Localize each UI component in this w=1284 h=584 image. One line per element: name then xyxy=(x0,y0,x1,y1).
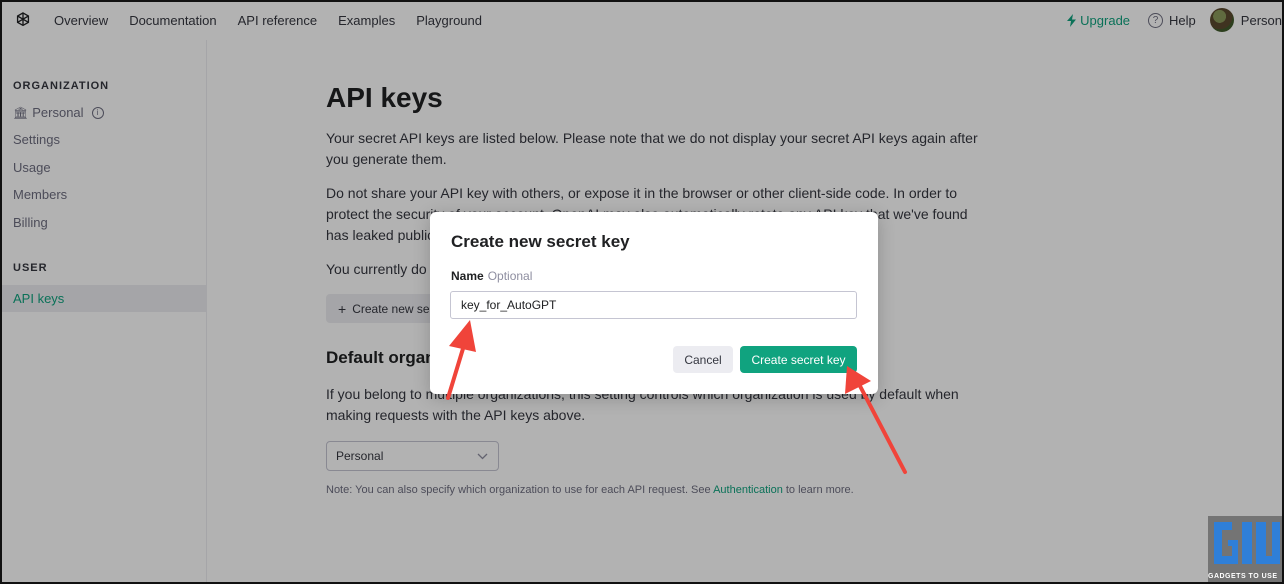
screenshot-frame: Overview Documentation API reference Exa… xyxy=(0,0,1284,584)
modal-title: Create new secret key xyxy=(451,232,630,251)
create-key-modal: Create new secret key NameOptional Cance… xyxy=(430,212,878,394)
watermark-text: GADGETS TO USE xyxy=(1208,573,1278,580)
optional-label: Optional xyxy=(487,269,533,283)
cancel-button[interactable]: Cancel xyxy=(673,346,733,373)
create-secret-key-button[interactable]: Create secret key xyxy=(740,346,857,373)
name-label: Name xyxy=(451,269,484,283)
key-name-input[interactable] xyxy=(450,291,857,319)
name-field-label: Name Optional xyxy=(451,269,532,283)
